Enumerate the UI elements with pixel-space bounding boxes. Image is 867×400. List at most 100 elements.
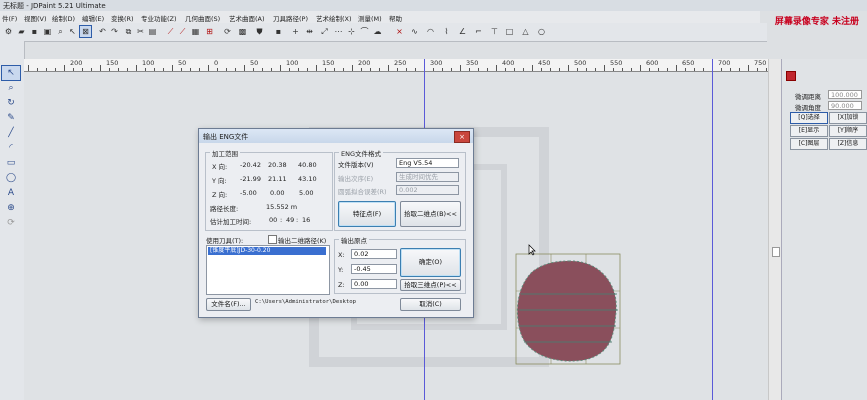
- mouse-cursor-icon: [528, 244, 536, 256]
- save-icon[interactable]: ▪: [28, 25, 41, 38]
- version-label: 文件版本(V): [338, 161, 374, 169]
- ruler-tick: [325, 68, 326, 71]
- dialog-title-bar[interactable]: 输出 ENG文件 ×: [199, 129, 473, 143]
- ellipse-icon[interactable]: ◯: [2, 171, 20, 185]
- lock-button[interactable]: [X]加锁: [829, 112, 867, 124]
- order-button[interactable]: [Y]顺序: [829, 125, 867, 137]
- tool-list-item[interactable]: [锥度平底]JD-30-0.20: [208, 247, 326, 255]
- info-button[interactable]: [Z]信息: [829, 138, 867, 150]
- menu-edit[interactable]: 编辑(E): [82, 13, 104, 23]
- time-sep-1: :: [280, 216, 283, 224]
- pen-icon[interactable]: ✎: [2, 111, 20, 125]
- grid-icon[interactable]: ▩: [236, 25, 249, 38]
- zoom-icon[interactable]: ⌕: [2, 81, 20, 95]
- origin-x-input[interactable]: 0.02: [351, 249, 397, 259]
- angle-icon[interactable]: ∠: [456, 25, 469, 38]
- ruler-tick: [343, 68, 344, 71]
- square-icon[interactable]: □: [503, 25, 516, 38]
- triangle-icon[interactable]: △: [519, 25, 532, 38]
- menu-art-surface[interactable]: 艺术曲面(A): [229, 13, 265, 23]
- fine-angle-input[interactable]: 90.000: [828, 101, 862, 110]
- origin-z-input[interactable]: 0.00: [351, 279, 397, 289]
- circle-icon[interactable]: ○: [535, 25, 548, 38]
- pick-2d-point-button[interactable]: 拾取二维点(B)<<: [400, 201, 461, 227]
- shield-icon[interactable]: ⛊: [253, 25, 266, 38]
- rotate-icon[interactable]: ⟳: [221, 25, 234, 38]
- gear-icon[interactable]: ⚙: [2, 25, 15, 38]
- layer-icon[interactable]: ▪: [272, 25, 285, 38]
- engraving-preview[interactable]: [515, 253, 621, 365]
- origin-y-input[interactable]: -0.45: [351, 264, 397, 274]
- redo-icon[interactable]: ↷: [108, 25, 121, 38]
- menu-toolpath[interactable]: 刀具路径(P): [273, 13, 308, 23]
- guide-line-right: [712, 59, 713, 400]
- align-icon[interactable]: ⇹: [303, 25, 316, 38]
- text-tool-icon[interactable]: A: [2, 186, 20, 200]
- display-button[interactable]: [E]显示: [790, 125, 828, 137]
- vertical-scrollbar[interactable]: [768, 59, 781, 400]
- join-icon[interactable]: ⌒: [358, 25, 371, 38]
- menu-art-draw[interactable]: 艺术绘制(X): [316, 13, 352, 23]
- scrollbar-thumb[interactable]: [772, 247, 780, 257]
- ruler-tick: [568, 65, 569, 71]
- menu-file[interactable]: 件(F): [2, 13, 17, 23]
- ruler-tick: [226, 68, 227, 71]
- distribute-icon[interactable]: ⤢: [318, 25, 331, 38]
- pick-3d-point-button[interactable]: 拾取三维点(P)<<: [400, 279, 461, 291]
- arc-icon[interactable]: ◠: [424, 25, 437, 38]
- order-select[interactable]: 生成时间优先: [396, 172, 459, 182]
- paste-icon[interactable]: ▤: [146, 25, 159, 38]
- select-box-icon[interactable]: ⊠: [79, 25, 92, 38]
- ruler-icon[interactable]: ⊹: [345, 25, 358, 38]
- scale-icon[interactable]: ⊞: [203, 25, 216, 38]
- zoom-in-icon[interactable]: ⊕: [2, 201, 20, 215]
- close-button[interactable]: ×: [454, 131, 470, 143]
- menu-help[interactable]: 帮助: [389, 13, 402, 23]
- select-button[interactable]: [Q]选择: [790, 112, 828, 124]
- ruler-tick: [739, 68, 740, 71]
- feature-point-button[interactable]: 特征点(F): [338, 201, 396, 227]
- transform-icon[interactable]: ▦: [189, 25, 202, 38]
- edit-node-icon[interactable]: ↖: [1, 65, 21, 81]
- path-length: 15.552 m: [266, 203, 298, 211]
- menu-transform[interactable]: 变换(R): [111, 13, 134, 23]
- version-select[interactable]: Eng V5.54: [396, 158, 459, 168]
- layer-button[interactable]: [C]图层: [790, 138, 828, 150]
- array-icon[interactable]: ⟋: [176, 25, 189, 38]
- print-icon[interactable]: ▣: [41, 25, 54, 38]
- menu-view[interactable]: 视图(V): [24, 13, 47, 23]
- menu-geometry-surface[interactable]: 几何曲面(S): [185, 13, 220, 23]
- precision-input[interactable]: 0.002: [396, 185, 459, 195]
- text-icon[interactable]: ⌐: [472, 25, 485, 38]
- line-icon[interactable]: ╱: [2, 126, 20, 140]
- spline-icon[interactable]: ⌇: [440, 25, 453, 38]
- cancel-button[interactable]: 取消(C): [400, 298, 461, 311]
- refresh-icon[interactable]: ⟳: [2, 216, 20, 230]
- menu-measure[interactable]: 测量(M): [358, 13, 382, 23]
- arc-tool-icon[interactable]: ◜: [2, 141, 20, 155]
- x-min: -20.42: [240, 161, 261, 169]
- menu-draw[interactable]: 绘制(D): [52, 13, 75, 23]
- curve-icon[interactable]: ∿: [408, 25, 421, 38]
- cloud-icon[interactable]: ☁: [371, 25, 384, 38]
- filename-button[interactable]: 文件名(F)...: [206, 298, 251, 311]
- open-icon[interactable]: ▰: [15, 25, 28, 38]
- output-2d-checkbox[interactable]: [268, 235, 277, 244]
- fine-distance-input[interactable]: 100.000: [828, 90, 862, 99]
- panel-pin-icon[interactable]: [786, 71, 796, 81]
- ruler-label: 300: [430, 59, 443, 67]
- ok-button[interactable]: 确定(O): [400, 248, 461, 277]
- ellipsis-icon[interactable]: ⋯: [332, 25, 345, 38]
- ruler-tick: [82, 68, 83, 71]
- menu-professional[interactable]: 专业功能(Z): [141, 13, 177, 23]
- tool-list[interactable]: [锥度平底]JD-30-0.20: [206, 245, 330, 295]
- rotate-view-icon[interactable]: ↻: [2, 96, 20, 110]
- cross-icon[interactable]: ×: [393, 25, 406, 38]
- rectangle-icon[interactable]: ▭: [2, 156, 20, 170]
- node-icon[interactable]: +: [289, 25, 302, 38]
- ruler-label: 50: [178, 59, 187, 67]
- ruler-tick: [658, 68, 659, 71]
- pointer-icon[interactable]: ↖: [66, 25, 79, 38]
- text-box-icon[interactable]: ⊤: [488, 25, 501, 38]
- ruler-tick: [478, 68, 479, 71]
